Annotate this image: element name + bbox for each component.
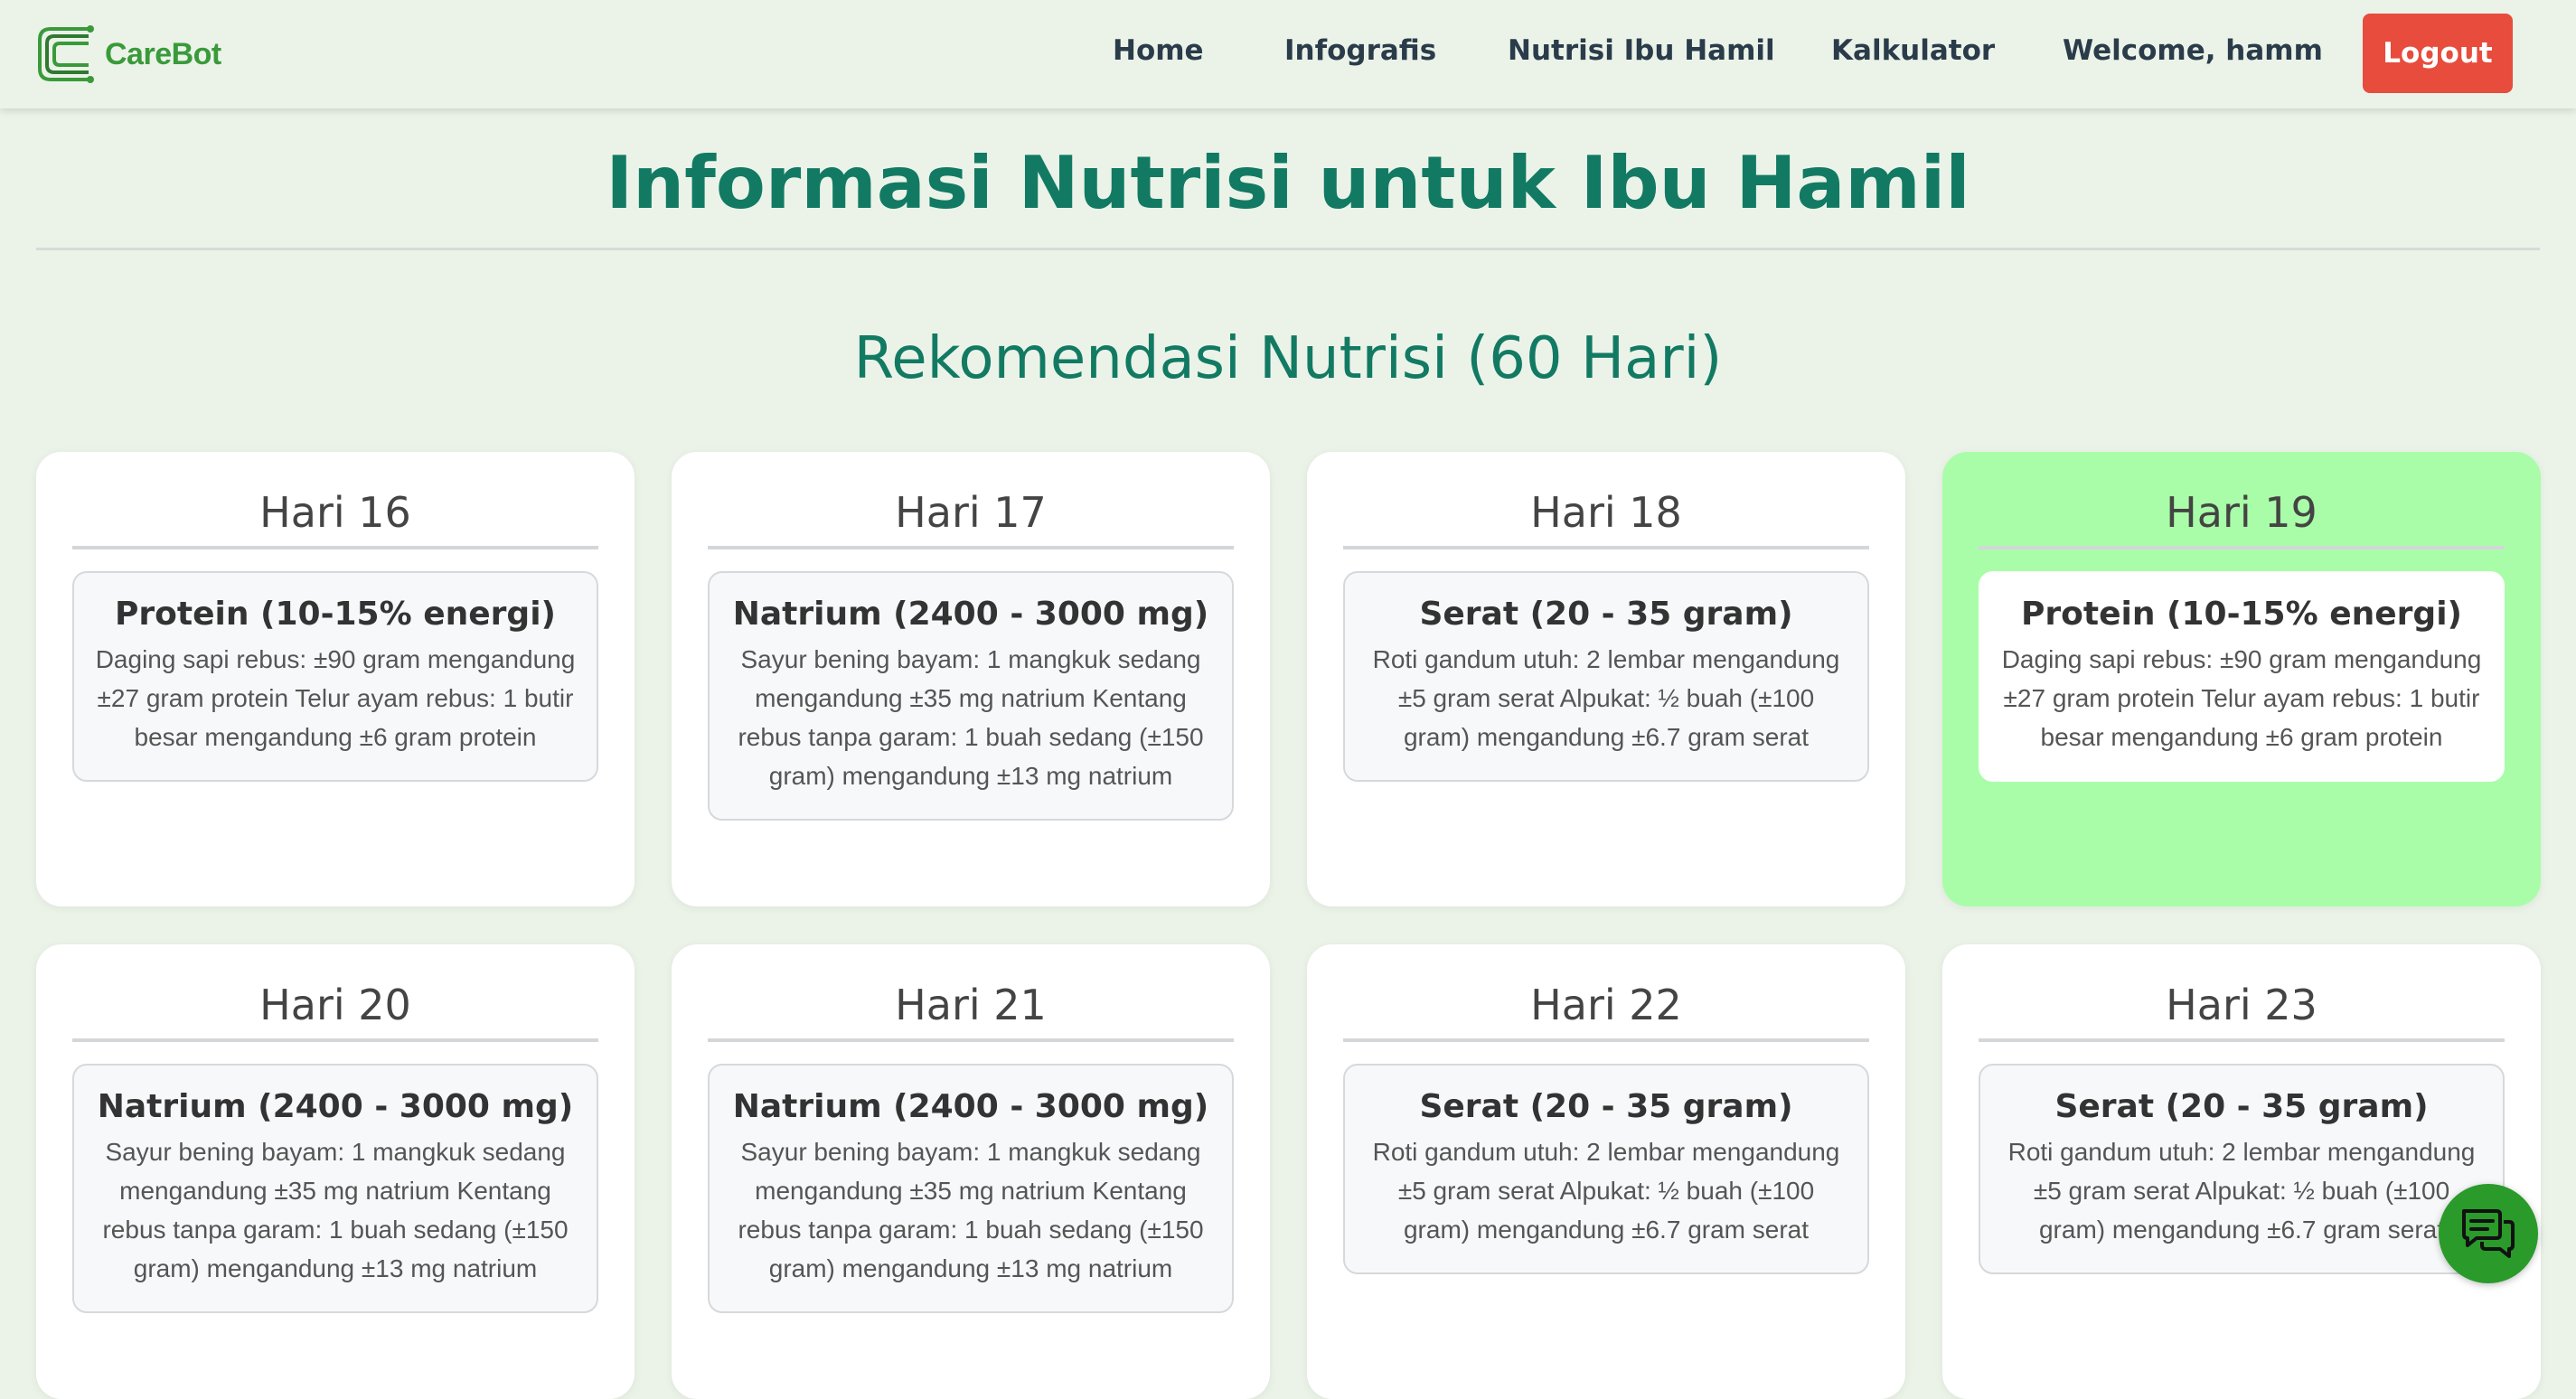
nutrient-box: Natrium (2400 - 3000 mg) Sayur bening bay…: [72, 1064, 598, 1313]
nutrient-title: Serat (20 - 35 gram): [2054, 1088, 2429, 1125]
brand-name: CareBot: [105, 36, 221, 71]
nutrient-title: Protein (10-15% energi): [2021, 596, 2462, 633]
title-divider: [36, 248, 2540, 250]
day-title: Hari 18: [1530, 488, 1682, 537]
day-card[interactable]: Hari 20 Natrium (2400 - 3000 mg) Sayur ben…: [36, 944, 635, 1399]
page-title: Informasi Nutrisi untuk Ibu Hamil: [606, 141, 1970, 225]
brand-logo[interactable]: CareBot: [34, 22, 221, 87]
card-divider: [1343, 1038, 1869, 1042]
day-title: Hari 23: [2166, 981, 2317, 1029]
nutrient-description: Daging sapi rebus: ±90 gram mengandung ±…: [2001, 645, 2482, 751]
nutrient-box: Natrium (2400 - 3000 mg) Sayur bening bay…: [708, 571, 1234, 821]
nutrient-box: Serat (20 - 35 gram) Roti gandum utuh: 2 …: [1343, 571, 1869, 782]
nutrient-description: Roti gandum utuh: 2 lembar mengandung ±5…: [1372, 645, 1840, 751]
day-card[interactable]: Hari 23 Serat (20 - 35 gram) Roti gandum u…: [1942, 944, 2541, 1399]
nutrient-title: Natrium (2400 - 3000 mg): [732, 596, 1209, 633]
day-title: Hari 17: [895, 488, 1047, 537]
chat-bubbles-icon: [2462, 1209, 2515, 1258]
day-card[interactable]: Hari 22 Serat (20 - 35 gram) Roti gandum u…: [1307, 944, 1905, 1399]
section-title: Rekomendasi Nutrisi (60 Hari): [853, 325, 1723, 392]
nutrient-title: Natrium (2400 - 3000 mg): [732, 1088, 1209, 1125]
nutrient-title: Serat (20 - 35 gram): [1419, 596, 1793, 633]
nutrient-description: Sayur bening bayam: 1 mangkuk sedang men…: [738, 1138, 1204, 1282]
nutrient-description: Roti gandum utuh: 2 lembar mengandung ±5…: [1372, 1138, 1840, 1244]
day-title: Hari 22: [1530, 981, 1682, 1029]
nutrient-title: Protein (10-15% energi): [115, 596, 556, 633]
nutrient-box: Protein (10-15% energi) Daging sapi rebus…: [1979, 571, 2505, 782]
chat-button[interactable]: [2439, 1184, 2538, 1283]
card-divider: [72, 546, 598, 549]
welcome-text: Welcome, hamm: [2063, 34, 2323, 67]
day-card[interactable]: Hari 16 Protein (10-15% energi) Daging sap…: [36, 452, 635, 906]
logout-button[interactable]: Logout: [2363, 14, 2513, 93]
nutrient-box: Serat (20 - 35 gram) Roti gandum utuh: 2 …: [1343, 1064, 1869, 1274]
day-title: Hari 16: [259, 488, 411, 537]
nutrient-description: Sayur bening bayam: 1 mangkuk sedang men…: [102, 1138, 569, 1282]
card-divider: [1979, 546, 2505, 549]
nutrient-title: Serat (20 - 35 gram): [1419, 1088, 1793, 1125]
nutrient-description: Daging sapi rebus: ±90 gram mengandung ±…: [95, 645, 576, 751]
day-card[interactable]: Hari 21 Natrium (2400 - 3000 mg) Sayur ben…: [672, 944, 1270, 1399]
carebot-logo-icon: [38, 25, 94, 83]
nutrient-description: Sayur bening bayam: 1 mangkuk sedang men…: [738, 645, 1204, 790]
card-divider: [1979, 1038, 2505, 1042]
day-title: Hari 20: [259, 981, 411, 1029]
nutrient-title: Natrium (2400 - 3000 mg): [97, 1088, 574, 1125]
nav-infografis[interactable]: Infografis: [1284, 34, 1436, 67]
nav-home[interactable]: Home: [1113, 34, 1204, 67]
day-title: Hari 19: [2166, 488, 2317, 537]
day-card[interactable]: Hari 19 Protein (10-15% energi) Daging sap…: [1942, 452, 2541, 906]
card-divider: [708, 1038, 1234, 1042]
nutrient-box: Protein (10-15% energi) Daging sapi rebus…: [72, 571, 598, 782]
nutrient-box: Serat (20 - 35 gram) Roti gandum utuh: 2 …: [1979, 1064, 2505, 1274]
nutrient-box: Natrium (2400 - 3000 mg) Sayur bening bay…: [708, 1064, 1234, 1313]
day-title: Hari 21: [895, 981, 1047, 1029]
card-divider: [72, 1038, 598, 1042]
card-divider: [708, 546, 1234, 549]
nutrient-description: Roti gandum utuh: 2 lembar mengandung ±5…: [2007, 1138, 2476, 1244]
nav-kalkulator[interactable]: Kalkulator: [1831, 34, 1995, 67]
card-divider: [1343, 546, 1869, 549]
navbar: CareBot Home Infografis Nutrisi Ibu Hami…: [0, 0, 2576, 108]
day-card[interactable]: Hari 17 Natrium (2400 - 3000 mg) Sayur ben…: [672, 452, 1270, 906]
nav-nutrisi-ibu-hamil[interactable]: Nutrisi Ibu Hamil: [1508, 34, 1775, 67]
day-card[interactable]: Hari 18 Serat (20 - 35 gram) Roti gandum u…: [1307, 452, 1905, 906]
